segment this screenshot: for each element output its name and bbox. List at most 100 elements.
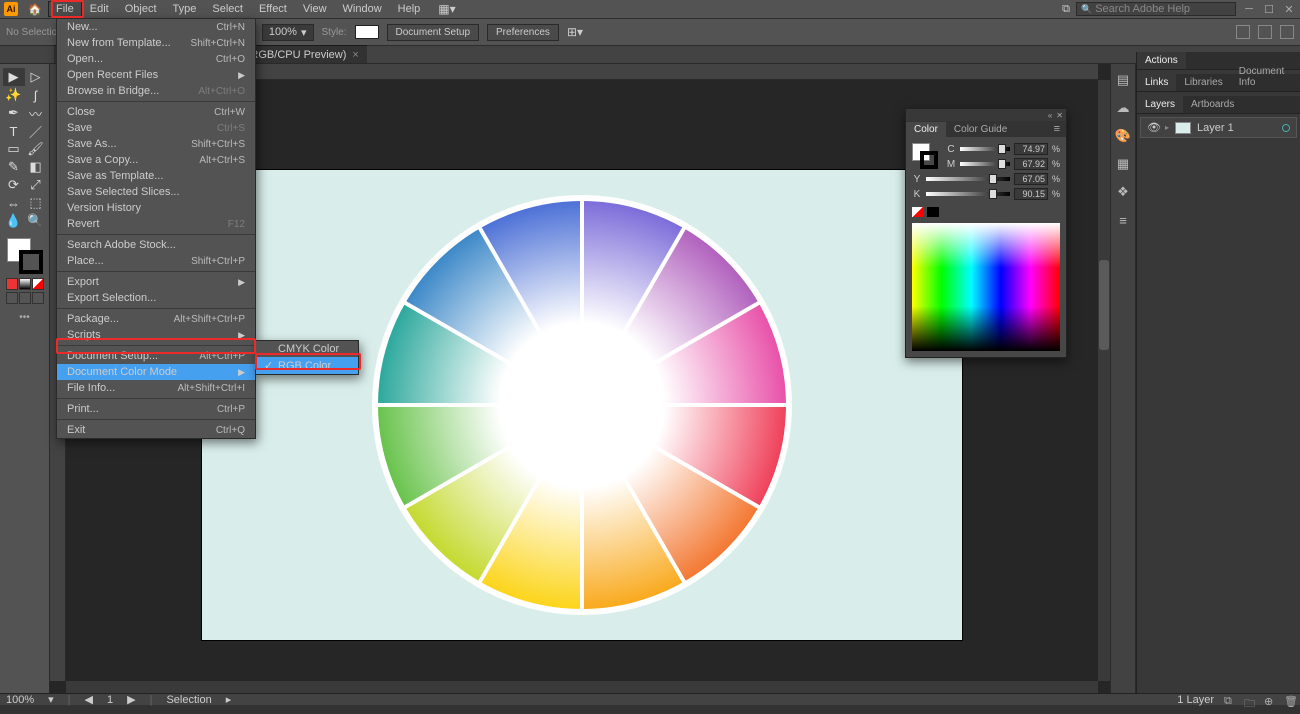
links-tab[interactable]: Links (1137, 74, 1176, 91)
scrollbar-vertical[interactable] (1098, 80, 1110, 681)
file-menu-item[interactable]: Document Setup...Alt+Ctrl+P (57, 348, 255, 364)
layer-target-icon[interactable] (1282, 124, 1290, 132)
eraser-tool[interactable]: ◧ (25, 158, 47, 176)
file-menu-item[interactable]: Print...Ctrl+P (57, 401, 255, 417)
selection-tool[interactable]: ▶ (3, 68, 25, 86)
slider-value[interactable]: 74.97 (1014, 143, 1048, 155)
swatches-panel-icon[interactable]: ▦ (1115, 156, 1131, 172)
menu-effect[interactable]: Effect (251, 1, 295, 17)
zoom-level[interactable]: 100% (6, 694, 34, 706)
layers-tab[interactable]: Layers (1137, 96, 1183, 113)
zoom-tool[interactable]: 🔍 (25, 212, 47, 230)
slider-value[interactable]: 67.05 (1014, 173, 1048, 185)
actions-tab[interactable]: Actions (1137, 52, 1186, 69)
file-menu-item[interactable]: CloseCtrl+W (57, 104, 255, 120)
document-info-tab[interactable]: Document Info (1231, 63, 1300, 91)
color-mode-option[interactable]: CMYK Color (256, 341, 358, 357)
brushes-panel-icon[interactable]: 🎨 (1115, 128, 1131, 144)
paintbrush-tool[interactable]: 🖌 (25, 140, 47, 158)
draw-behind-icon[interactable] (19, 292, 31, 304)
color-tab[interactable]: Color (906, 122, 946, 137)
libraries-panel-icon[interactable]: ☁ (1115, 100, 1131, 116)
lasso-tool[interactable]: ʃ (25, 86, 47, 104)
artboard-prev-icon[interactable]: ◀ (85, 693, 93, 706)
libraries-tab[interactable]: Libraries (1176, 74, 1230, 91)
color-mode-option[interactable]: ✓RGB Color (256, 357, 358, 374)
file-menu-item[interactable]: Place...Shift+Ctrl+P (57, 253, 255, 269)
file-menu-item[interactable]: Search Adobe Stock... (57, 237, 255, 253)
draw-inside-icon[interactable] (32, 292, 44, 304)
layer-expand-icon[interactable]: ▸ (1165, 123, 1169, 132)
slider-knob[interactable] (998, 159, 1006, 169)
arrange-icon-3[interactable] (1280, 25, 1294, 39)
menu-window[interactable]: Window (335, 1, 390, 17)
status-menu-icon[interactable]: ▸ (226, 693, 232, 706)
panel-close-icon[interactable]: ✕ (1056, 111, 1063, 120)
menu-object[interactable]: Object (117, 1, 165, 17)
artboards-tab[interactable]: Artboards (1183, 96, 1242, 113)
status-icon-1[interactable]: ⧉ (1224, 695, 1234, 705)
slider-knob[interactable] (989, 189, 997, 199)
status-icon-2[interactable]: 🗀 (1244, 695, 1254, 705)
arrange-icon-2[interactable] (1258, 25, 1272, 39)
share-icon[interactable]: ⧉ (1062, 3, 1070, 16)
slider-value[interactable]: 67.92 (1014, 158, 1048, 170)
menu-view[interactable]: View (295, 1, 335, 17)
rotate-tool[interactable]: ⟳ (3, 176, 25, 194)
artboard-next-icon[interactable]: ▶ (127, 693, 135, 706)
slider-knob[interactable] (989, 174, 997, 184)
file-menu-item[interactable]: Document Color Mode▶ (57, 364, 255, 380)
menu-help[interactable]: Help (390, 1, 429, 17)
help-search[interactable]: 🔍 Search Adobe Help (1076, 2, 1236, 16)
scale-tool[interactable]: ⤢ (25, 176, 47, 194)
workspace-switcher-icon[interactable]: ▦▾ (438, 2, 455, 16)
arrange-icon-1[interactable] (1236, 25, 1250, 39)
direct-selection-tool[interactable]: ▷ (25, 68, 47, 86)
file-menu-item[interactable]: Package...Alt+Shift+Ctrl+P (57, 311, 255, 327)
eyedropper-tool[interactable]: 💧 (3, 212, 25, 230)
file-menu-item[interactable]: New...Ctrl+N (57, 19, 255, 35)
curvature-tool[interactable]: 〰 (25, 104, 47, 122)
scrollbar-horizontal[interactable] (66, 681, 1098, 693)
panel-stroke[interactable] (920, 151, 938, 169)
rectangle-tool[interactable]: ▭ (3, 140, 25, 158)
layer-name[interactable]: Layer 1 (1197, 122, 1234, 134)
none-swatch-icon[interactable] (912, 207, 924, 217)
color-guide-tab[interactable]: Color Guide (946, 122, 1015, 137)
preferences-button[interactable]: Preferences (487, 24, 559, 41)
opacity-value[interactable]: 100%▾ (262, 24, 314, 41)
menu-file[interactable]: File (48, 1, 82, 17)
maximize-button[interactable]: ☐ (1262, 3, 1276, 15)
file-menu-item[interactable]: Export▶ (57, 274, 255, 290)
menu-type[interactable]: Type (165, 1, 205, 17)
free-transform-tool[interactable]: ⬚ (25, 194, 47, 212)
draw-normal-icon[interactable] (6, 292, 18, 304)
file-menu-item[interactable]: ExitCtrl+Q (57, 422, 255, 438)
color-panel-titlebar[interactable]: « ✕ (906, 109, 1066, 121)
black-swatch-icon[interactable] (927, 207, 939, 217)
file-menu-item[interactable]: Scripts▶ (57, 327, 255, 343)
none-mode-icon[interactable] (32, 278, 44, 290)
slider-knob[interactable] (998, 144, 1006, 154)
menu-select[interactable]: Select (204, 1, 251, 17)
file-menu-item[interactable]: Save as Template... (57, 168, 255, 184)
artboard[interactable] (202, 170, 962, 640)
properties-panel-icon[interactable]: ▤ (1115, 72, 1131, 88)
slider-track[interactable] (960, 162, 1010, 166)
align-icon[interactable]: ⊞▾ (567, 25, 583, 39)
file-menu-item[interactable]: Open Recent Files▶ (57, 67, 255, 83)
edit-toolbar-icon[interactable]: ••• (19, 312, 30, 323)
artboard-number[interactable]: 1 (107, 694, 113, 706)
style-swatch[interactable] (355, 25, 379, 39)
panel-fill-stroke[interactable] (912, 143, 940, 171)
gradient-mode-icon[interactable] (19, 278, 31, 290)
tab-close-icon[interactable]: × (352, 49, 358, 61)
slider-value[interactable]: 90.15 (1014, 188, 1048, 200)
line-tool[interactable]: ／ (25, 122, 47, 140)
type-tool[interactable]: T (3, 122, 25, 140)
menu-edit[interactable]: Edit (82, 1, 117, 17)
magic-wand-tool[interactable]: ✨ (3, 86, 25, 104)
status-icon-3[interactable]: ⊕ (1264, 695, 1274, 705)
width-tool[interactable]: ⇔ (3, 194, 25, 212)
layer-row[interactable]: 👁 ▸ Layer 1 (1140, 117, 1297, 138)
